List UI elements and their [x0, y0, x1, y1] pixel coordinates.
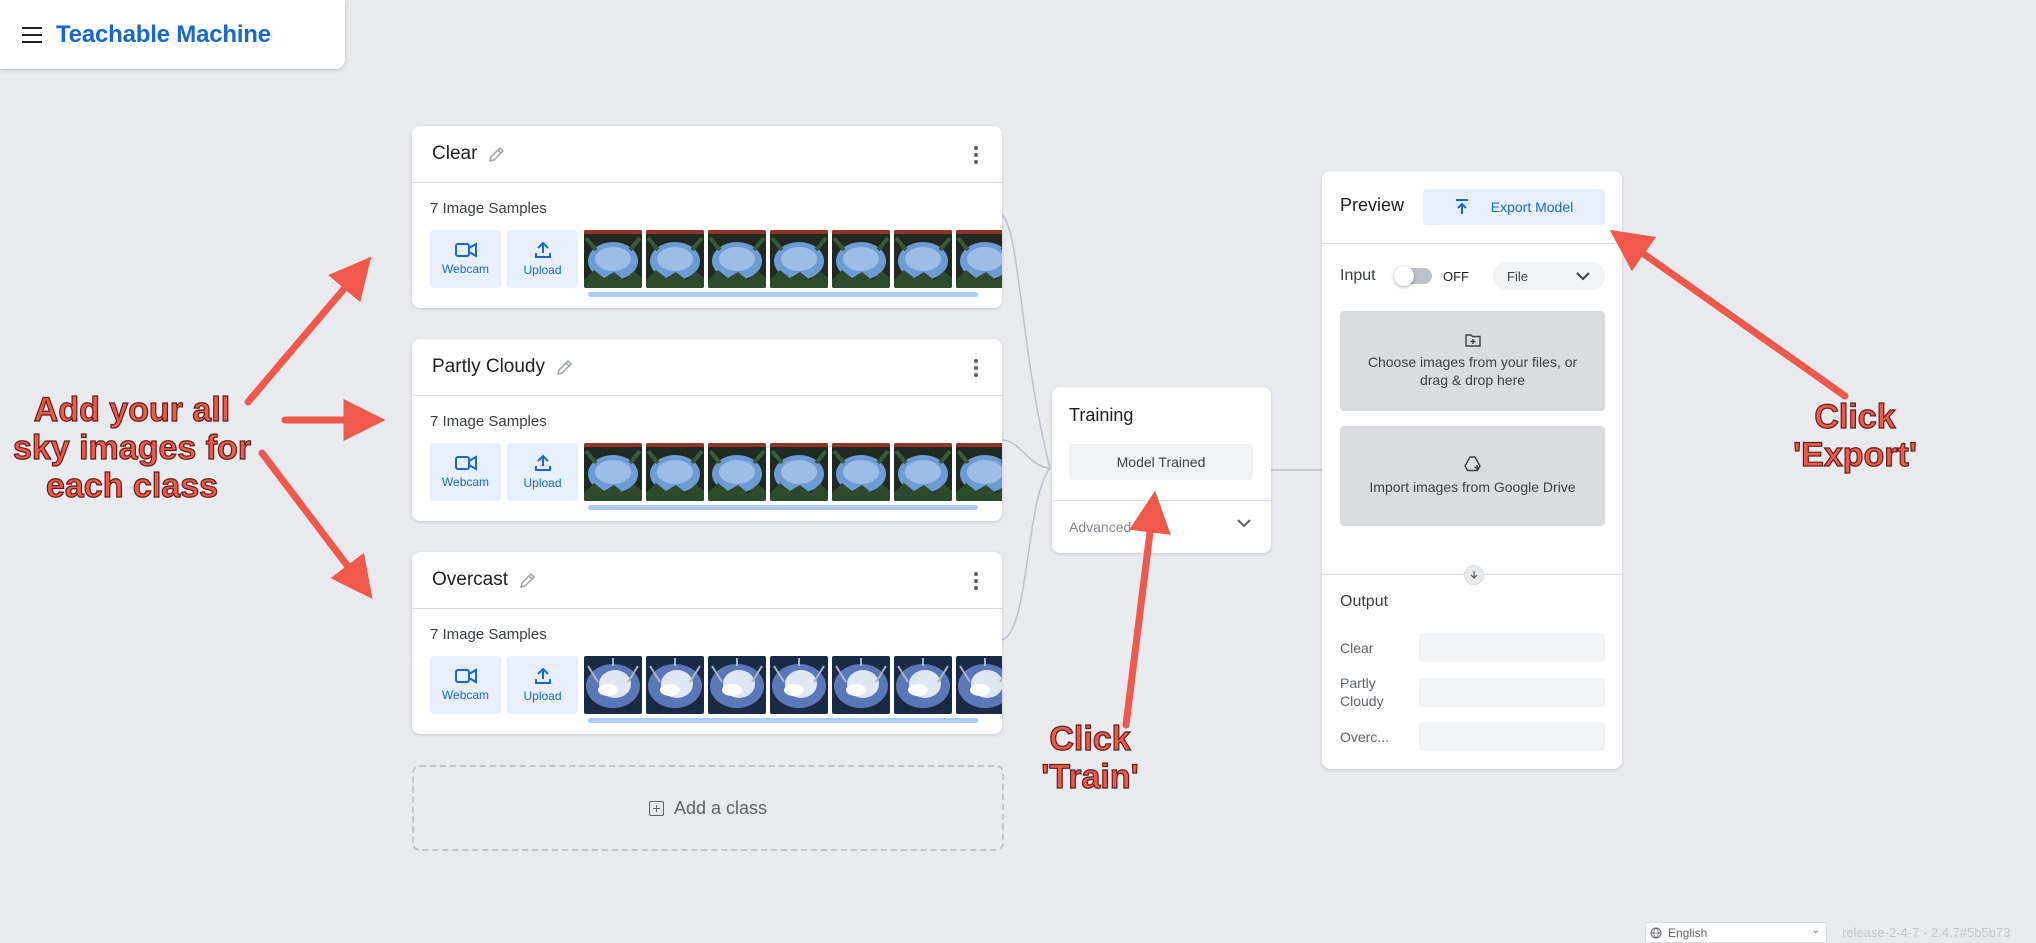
annotation-arrows: [244, 229, 1849, 729]
annotation-click-export: Click 'Export': [1792, 397, 1917, 474]
annotation-add-images: Add your all sky images for each class: [12, 390, 252, 505]
arrow-to-overcast: [258, 449, 373, 599]
arrow-to-export: [1609, 229, 1849, 400]
arrow-to-clear: [244, 256, 372, 406]
annotation-click-train: Click 'Train': [1041, 719, 1140, 796]
arrow-to-train: [1122, 490, 1171, 729]
